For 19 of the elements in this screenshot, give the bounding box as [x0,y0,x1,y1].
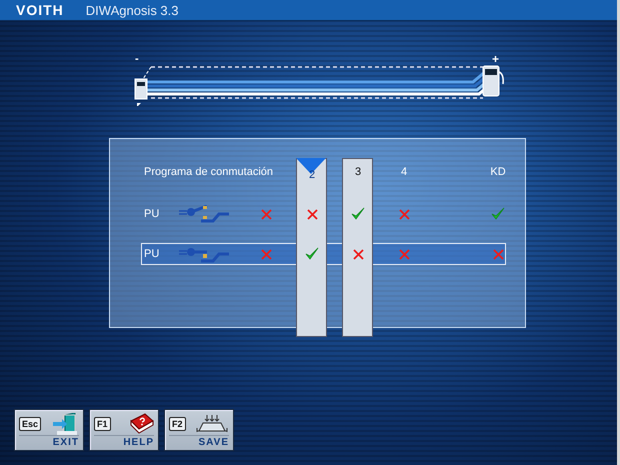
key-label: F2 [169,417,186,431]
column-header[interactable]: 2 [289,158,335,186]
save-button[interactable]: F2 SAVE [164,409,234,451]
column-header[interactable]: 3 [335,158,381,186]
plus-label: + [492,54,500,66]
door-arrow-icon [53,413,79,435]
book-icon [128,413,154,435]
exit-button[interactable]: Esc EXIT [14,409,84,451]
column-header[interactable]: KD [475,158,521,186]
key-label: F1 [94,417,111,431]
tray-arrows-icon [195,414,229,434]
brand-name: VOITH [16,2,64,18]
window-title: DIWAgnosis 3.3 [86,2,179,18]
row-label[interactable]: PU [144,196,179,232]
key-label: Esc [19,417,42,431]
table-title: Programa de conmutación [144,165,274,180]
help-button[interactable]: F1 HELP [89,409,159,451]
row-label[interactable]: PU [144,243,179,265]
minus-label: - [135,54,139,65]
